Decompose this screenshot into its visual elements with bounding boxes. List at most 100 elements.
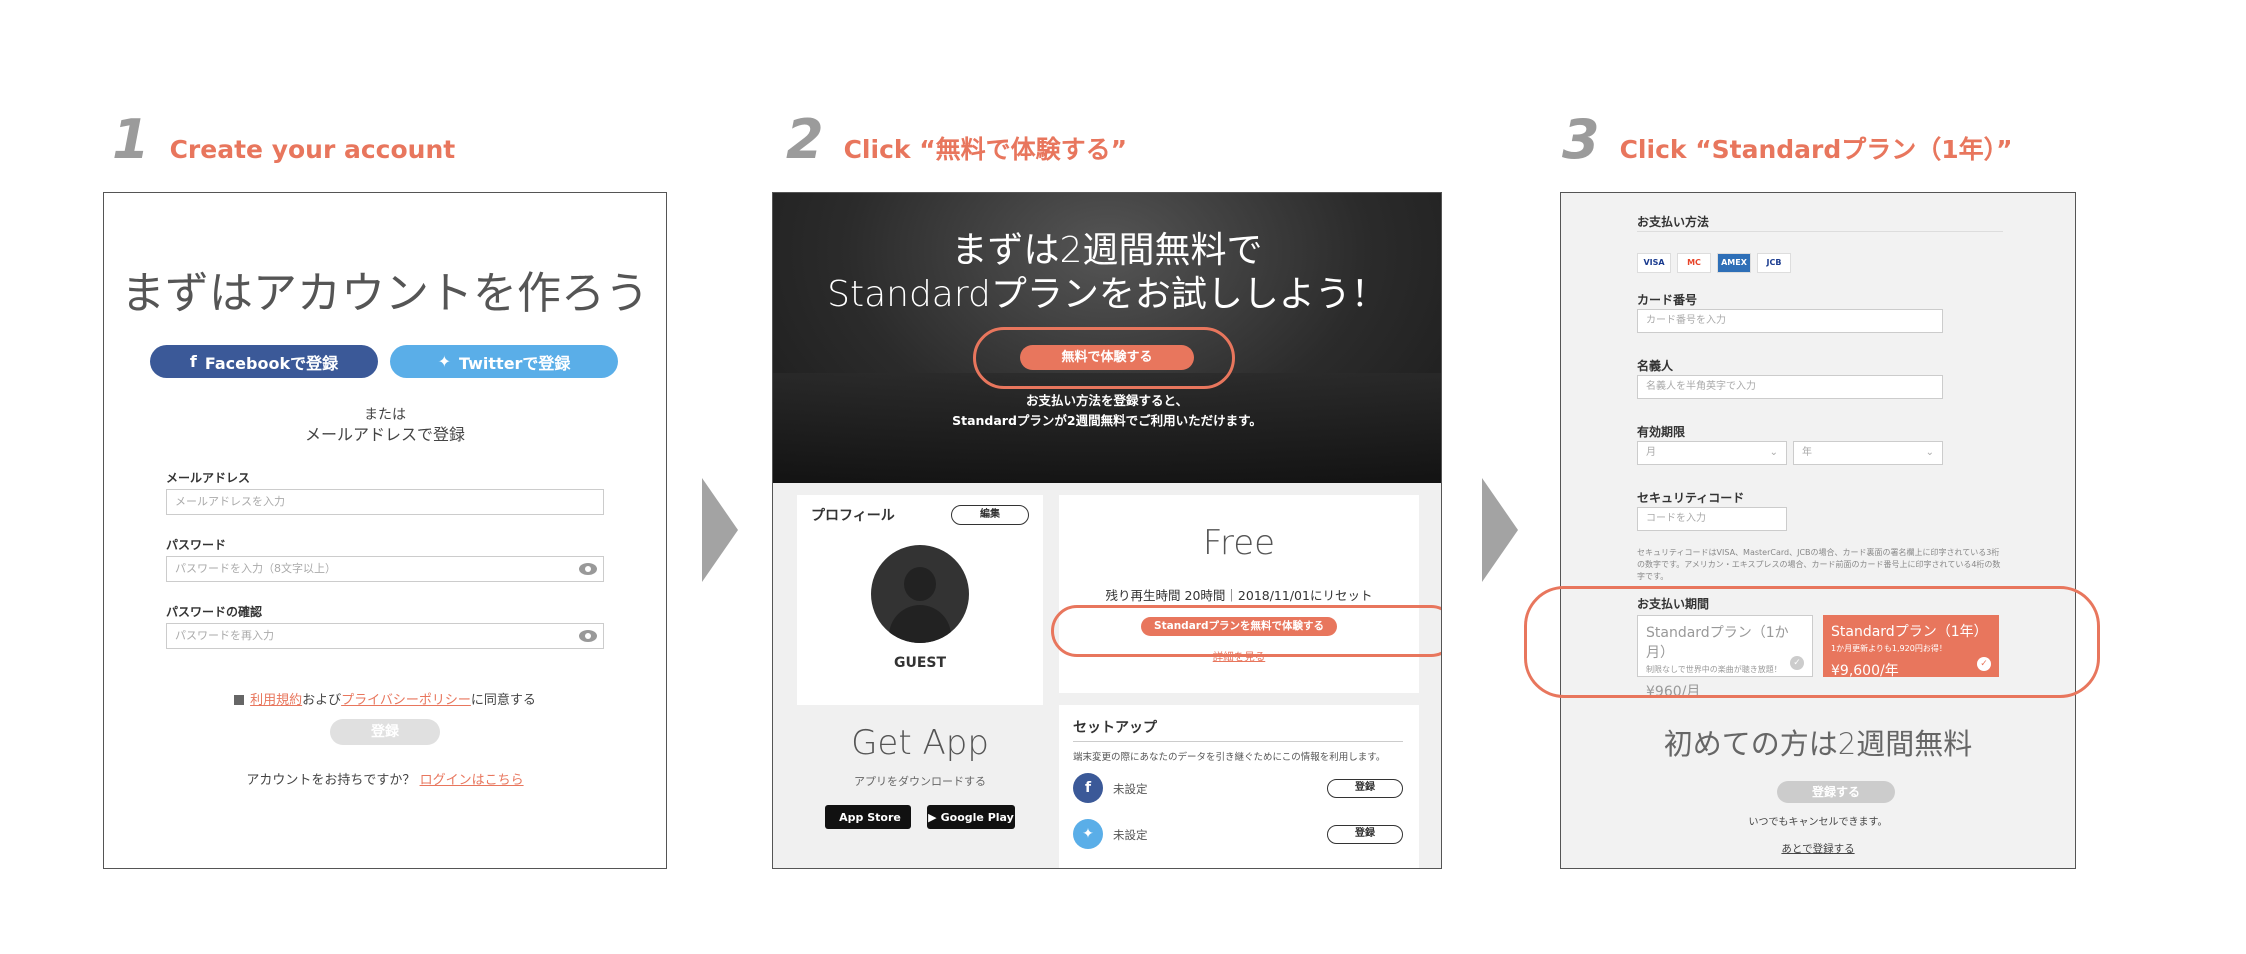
twitter-signup-button[interactable]: ✦ Twitterで登録: [390, 345, 618, 378]
facebook-signup-button[interactable]: f Facebookで登録: [150, 345, 378, 378]
amex-icon: AMEX: [1717, 253, 1751, 273]
step-2-header: 2 Click “無料で体験する”: [786, 108, 1127, 171]
plan-status: 残り再生時間 20時間｜2018/11/01にリセット: [1105, 588, 1373, 603]
card-number-placeholder: カード番号を入力: [1646, 315, 1726, 326]
hero-note-line1: お支払い方法を登録すると、: [1025, 393, 1188, 408]
step-number: 1: [112, 108, 150, 171]
email-label: メールアドレス: [166, 471, 251, 485]
google-play-button[interactable]: ▶ Google Play: [927, 805, 1015, 829]
terms-agreement: 利用規約およびプライバシーポリシーに同意する: [104, 689, 666, 708]
chevron-down-icon: ⌄: [1925, 447, 1934, 458]
expiry-label: 有効期限: [1637, 425, 1686, 439]
visa-icon: VISA: [1637, 253, 1671, 273]
dashboard-body: プロフィール 編集 GUEST Free 残り再生時間 20時間｜2018/11…: [773, 483, 1441, 868]
google-play-label: Google Play: [940, 810, 1014, 824]
twitter-connect-button[interactable]: 登録: [1327, 825, 1403, 844]
divider: [1073, 741, 1403, 742]
get-app-title: Get App: [851, 723, 989, 763]
step-number: 2: [786, 108, 824, 171]
expiry-month-select[interactable]: 月 ⌄: [1637, 441, 1787, 465]
hero-title-line1: まずは2週間無料で: [951, 230, 1263, 271]
highlight-ring: [1524, 586, 2100, 698]
privacy-link[interactable]: プライバシーポリシー: [341, 693, 471, 708]
show-password-icon[interactable]: [579, 563, 597, 575]
twitter-icon: ✦: [437, 352, 451, 371]
confirm-password-field[interactable]: パスワードを再入力: [166, 623, 604, 649]
email-placeholder: メールアドレスを入力: [175, 495, 285, 508]
setup-description: 端末変更の際にあなたのデータを引き継ぐためにこの情報を利用します。: [1073, 752, 1386, 763]
facebook-connect-button[interactable]: 登録: [1327, 779, 1403, 798]
play-icon: ▶: [928, 810, 937, 824]
signup-screen: まずはアカウントを作ろう f Facebookで登録 ✦ Twitterで登録 …: [103, 192, 667, 869]
month-placeholder: 月: [1646, 447, 1656, 458]
chevron-down-icon: ⌄: [1769, 447, 1778, 458]
next-arrow-icon: [702, 478, 738, 582]
profile-title: プロフィール: [811, 508, 895, 524]
confirm-password-label: パスワードの確認: [166, 605, 263, 619]
username: GUEST: [893, 655, 947, 671]
payment-screen: お支払い方法 VISA MC AMEX JCB カード番号 カード番号を入力 名…: [1560, 192, 2076, 869]
app-store-button[interactable]: App Store: [825, 805, 911, 829]
facebook-signup-label: Facebookで登録: [204, 353, 339, 373]
divider: [1637, 231, 2003, 232]
edit-profile-button[interactable]: 編集: [951, 505, 1029, 525]
highlight-ring: [1051, 605, 1441, 657]
twitter-signup-label: Twitterで登録: [458, 353, 571, 373]
facebook-status: 未設定: [1113, 782, 1148, 796]
show-password-icon[interactable]: [579, 630, 597, 642]
plan-name: Free: [1202, 523, 1276, 563]
holder-field[interactable]: 名義人を半角英字で入力: [1637, 375, 1943, 399]
password-field[interactable]: パスワードを入力（8文字以上）: [166, 556, 604, 582]
step-1-header: 1 Create your account: [112, 108, 455, 171]
or-text: または: [364, 407, 406, 423]
password-placeholder: パスワードを入力（8文字以上）: [175, 562, 336, 575]
login-link[interactable]: ログインはこちら: [420, 773, 524, 788]
register-button[interactable]: 登録: [330, 719, 440, 745]
next-arrow-icon: [1482, 478, 1518, 582]
login-prompt: アカウントをお持ちですか？ ログインはこちら: [104, 769, 666, 788]
hero-title: まずは2週間無料で Standardプランをお試ししよう！: [773, 229, 1441, 317]
holder-label: 名義人: [1637, 359, 1674, 373]
page-title: まずはアカウントを作ろう: [121, 268, 649, 319]
agree-text: に同意する: [470, 693, 536, 708]
trial-heading: 初めての方は2週間無料: [1663, 727, 1973, 761]
app-store-label: App Store: [839, 810, 901, 824]
card-brands: VISA MC AMEX JCB: [1637, 253, 1791, 273]
and-text: および: [302, 693, 342, 708]
free-trial-screen: まずは2週間無料で Standardプランをお試ししよう！ 無料で体験する お支…: [772, 192, 1442, 869]
have-account-text: アカウントをお持ちですか？: [246, 773, 416, 788]
terms-link[interactable]: 利用規約: [250, 693, 302, 708]
hero-note: お支払い方法を登録すると、 Standardプランが2週間無料でご利用いただけま…: [773, 391, 1441, 431]
holder-placeholder: 名義人を半角英字で入力: [1646, 381, 1756, 392]
step-title: Click “Standardプラン（1年）”: [1619, 135, 2013, 164]
plan-card: Free 残り再生時間 20時間｜2018/11/01にリセット Standar…: [1059, 495, 1419, 693]
card-number-field[interactable]: カード番号を入力: [1637, 309, 1943, 333]
year-placeholder: 年: [1802, 447, 1812, 458]
jcb-icon: JCB: [1757, 253, 1791, 273]
expiry-year-select[interactable]: 年 ⌄: [1793, 441, 1943, 465]
email-signup-heading: メールアドレスで登録: [304, 425, 465, 444]
profile-card: プロフィール 編集 GUEST: [797, 495, 1043, 705]
step-title: Click “無料で体験する”: [843, 135, 1128, 164]
facebook-icon: f: [189, 352, 197, 371]
security-code-note: セキュリティコードはVISA、MasterCard、JCBの場合、カード裏面の署…: [1637, 548, 2001, 581]
hero-note-line2: Standardプランが2週間無料でご利用いただけます。: [952, 413, 1262, 428]
facebook-icon: f: [1073, 773, 1103, 803]
step-3-header: 3 Click “Standardプラン（1年）”: [1562, 108, 2013, 171]
payment-method-label: お支払い方法: [1637, 215, 1710, 229]
twitter-status: 未設定: [1113, 828, 1148, 842]
terms-checkbox[interactable]: [234, 695, 245, 705]
card-number-label: カード番号: [1637, 293, 1698, 307]
register-later-link[interactable]: あとで登録する: [1561, 841, 2075, 856]
security-code-placeholder: コードを入力: [1646, 513, 1706, 524]
security-code-label: セキュリティコード: [1637, 491, 1745, 505]
or-divider: または メールアドレスで登録: [104, 405, 666, 445]
email-field[interactable]: メールアドレスを入力: [166, 489, 604, 515]
security-code-field[interactable]: コードを入力: [1637, 507, 1787, 531]
mastercard-icon: MC: [1677, 253, 1711, 273]
step-number: 3: [1562, 108, 1600, 171]
register-button[interactable]: 登録する: [1777, 781, 1895, 803]
twitter-icon: ✦: [1073, 819, 1103, 849]
step-title: Create your account: [169, 135, 456, 164]
confirm-password-placeholder: パスワードを再入力: [175, 629, 274, 642]
